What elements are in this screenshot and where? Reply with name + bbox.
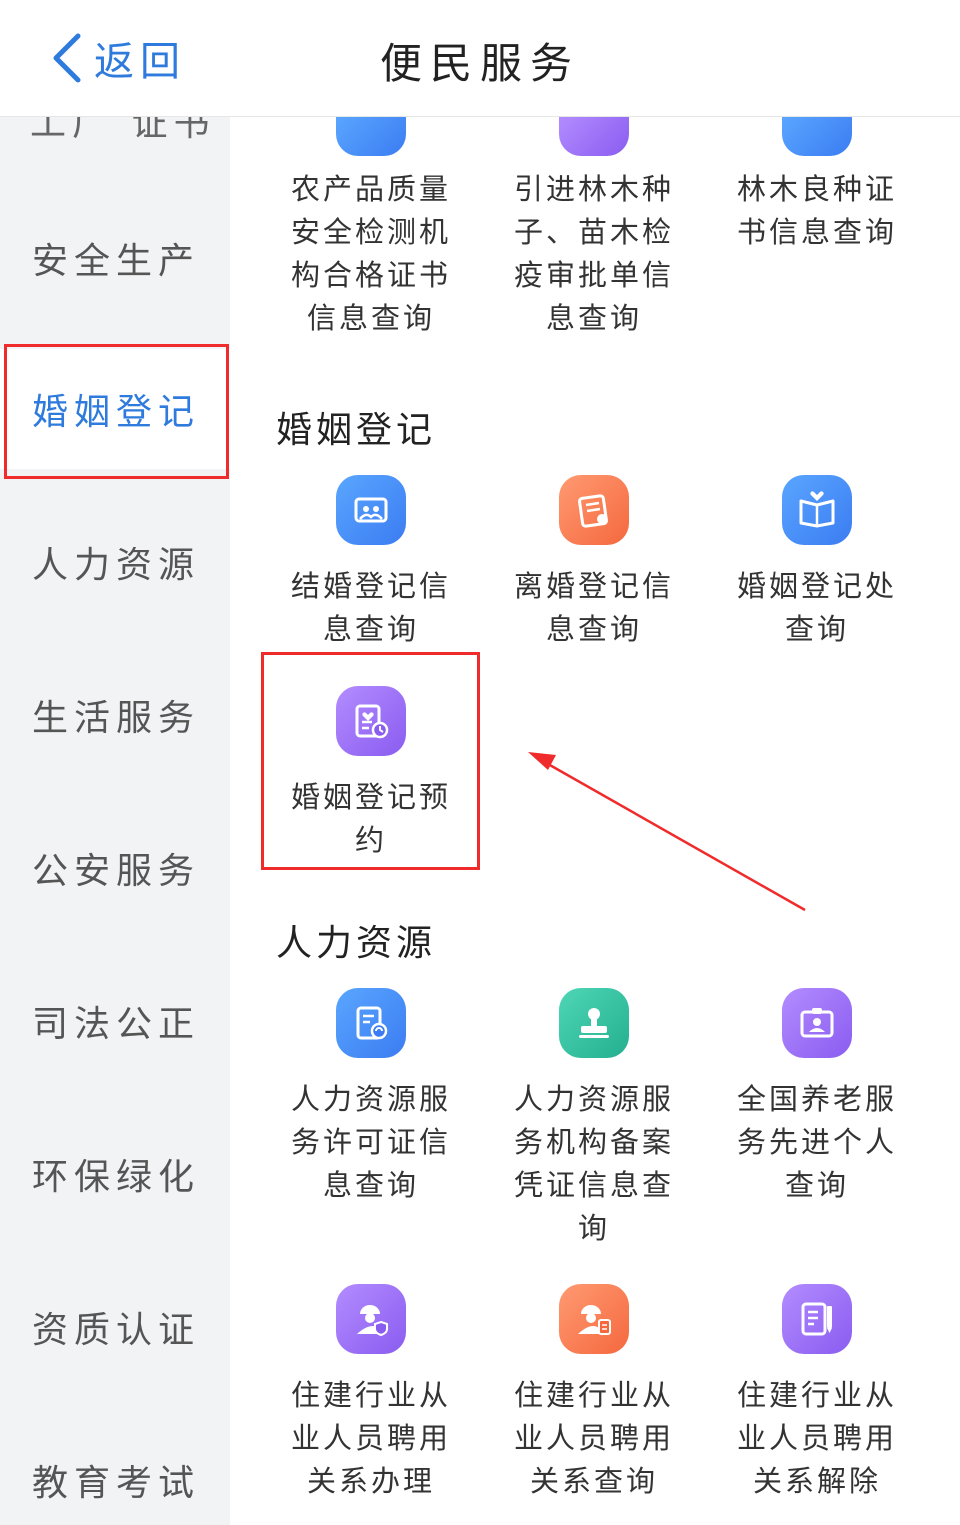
wedding-photo-icon bbox=[336, 475, 406, 545]
tile-construction-query[interactable]: 住建行业从业人员聘用关系查询 bbox=[483, 1284, 705, 1503]
document-icon bbox=[782, 116, 852, 156]
tile-label: 离婚登记信息查询 bbox=[513, 569, 674, 646]
tile-divorce-info[interactable]: 离婚登记信息查询 bbox=[483, 475, 705, 651]
tile-forest-seed-cert[interactable]: 林木良种证书信息查询 bbox=[706, 156, 928, 254]
tile-marriage-office[interactable]: 婚姻登记处查询 bbox=[706, 475, 928, 651]
sidebar-item-hr[interactable]: 人力资源 bbox=[0, 502, 230, 622]
tile-forest-seed-quarantine[interactable]: 引进林木种子、苗木检疫审批单信息查询 bbox=[483, 156, 705, 340]
id-badge-icon bbox=[782, 988, 852, 1058]
license-refresh-icon bbox=[336, 988, 406, 1058]
tile-construction-hire[interactable]: 住建行业从业人员聘用关系办理 bbox=[260, 1284, 482, 1503]
sidebar-item-environment[interactable]: 环保绿化 bbox=[0, 1114, 230, 1234]
tile-hr-license[interactable]: 人力资源服务许可证信息查询 bbox=[260, 988, 482, 1207]
tile-marriage-info[interactable]: 结婚登记信息查询 bbox=[260, 475, 482, 651]
tile-label: 住建行业从业人员聘用关系办理 bbox=[290, 1378, 451, 1498]
tile-label: 婚姻登记处查询 bbox=[736, 569, 897, 646]
sidebar-item-life[interactable]: 生活服务 bbox=[0, 655, 230, 775]
certificate-icon bbox=[559, 475, 629, 545]
category-sidebar: 工厂 证书 安全生产 婚姻登记 人力资源 生活服务 公安服务 司法公正 环保绿化… bbox=[0, 116, 230, 1525]
tile-label: 住建行业从业人员聘用关系查询 bbox=[513, 1378, 674, 1498]
section-title-marriage: 婚姻登记 bbox=[276, 410, 437, 451]
tile-construction-terminate[interactable]: 住建行业从业人员聘用关系解除 bbox=[706, 1284, 928, 1503]
nav-header: 返回 便民服务 bbox=[0, 0, 960, 117]
sidebar-item-marriage[interactable]: 婚姻登记 bbox=[0, 349, 230, 469]
tile-marriage-appointment[interactable]: 婚姻登记预约 bbox=[260, 686, 482, 862]
notes-pen-icon bbox=[782, 1284, 852, 1354]
section-title-hr: 人力资源 bbox=[276, 923, 437, 964]
sidebar-item-qualification[interactable]: 资质认证 bbox=[0, 1267, 230, 1387]
couple-book-icon bbox=[782, 475, 852, 545]
tile-label: 引进林木种子、苗木检疫审批单信息查询 bbox=[513, 172, 674, 335]
document-icon bbox=[336, 116, 406, 156]
sidebar-item-clipped[interactable]: 工厂 证书 bbox=[30, 116, 215, 146]
tile-hr-agency-record[interactable]: 人力资源服务机构备案凭证信息查询 bbox=[483, 988, 705, 1250]
stamp-icon bbox=[559, 988, 629, 1058]
document-icon bbox=[559, 116, 629, 156]
tile-agri-quality[interactable]: 农产品质量安全检测机构合格证书信息查询 bbox=[260, 156, 482, 340]
tile-label: 人力资源服务机构备案凭证信息查询 bbox=[513, 1082, 674, 1245]
tile-label: 结婚登记信息查询 bbox=[290, 569, 451, 646]
sidebar-item-police[interactable]: 公安服务 bbox=[0, 808, 230, 928]
page-title: 便民服务 bbox=[379, 39, 580, 88]
sidebar-item-justice[interactable]: 司法公正 bbox=[0, 961, 230, 1081]
tile-label: 人力资源服务许可证信息查询 bbox=[290, 1082, 451, 1202]
tile-label: 农产品质量安全检测机构合格证书信息查询 bbox=[290, 172, 451, 335]
tile-label: 林木良种证书信息查询 bbox=[736, 172, 897, 249]
service-content: 农产品质量安全检测机构合格证书信息查询 引进林木种子、苗木检疫审批单信息查询 林… bbox=[230, 116, 960, 1525]
appointment-clock-icon bbox=[336, 686, 406, 756]
tile-label: 住建行业从业人员聘用关系解除 bbox=[736, 1378, 897, 1498]
worker-shield-icon bbox=[336, 1284, 406, 1354]
tile-elderly-service-award[interactable]: 全国养老服务先进个人查询 bbox=[706, 988, 928, 1207]
sidebar-item-safety[interactable]: 安全生产 bbox=[0, 198, 230, 318]
worker-document-icon bbox=[559, 1284, 629, 1354]
sidebar-item-education[interactable]: 教育考试 bbox=[0, 1420, 230, 1525]
tile-label: 全国养老服务先进个人查询 bbox=[736, 1082, 897, 1202]
tile-label: 婚姻登记预约 bbox=[290, 780, 451, 857]
